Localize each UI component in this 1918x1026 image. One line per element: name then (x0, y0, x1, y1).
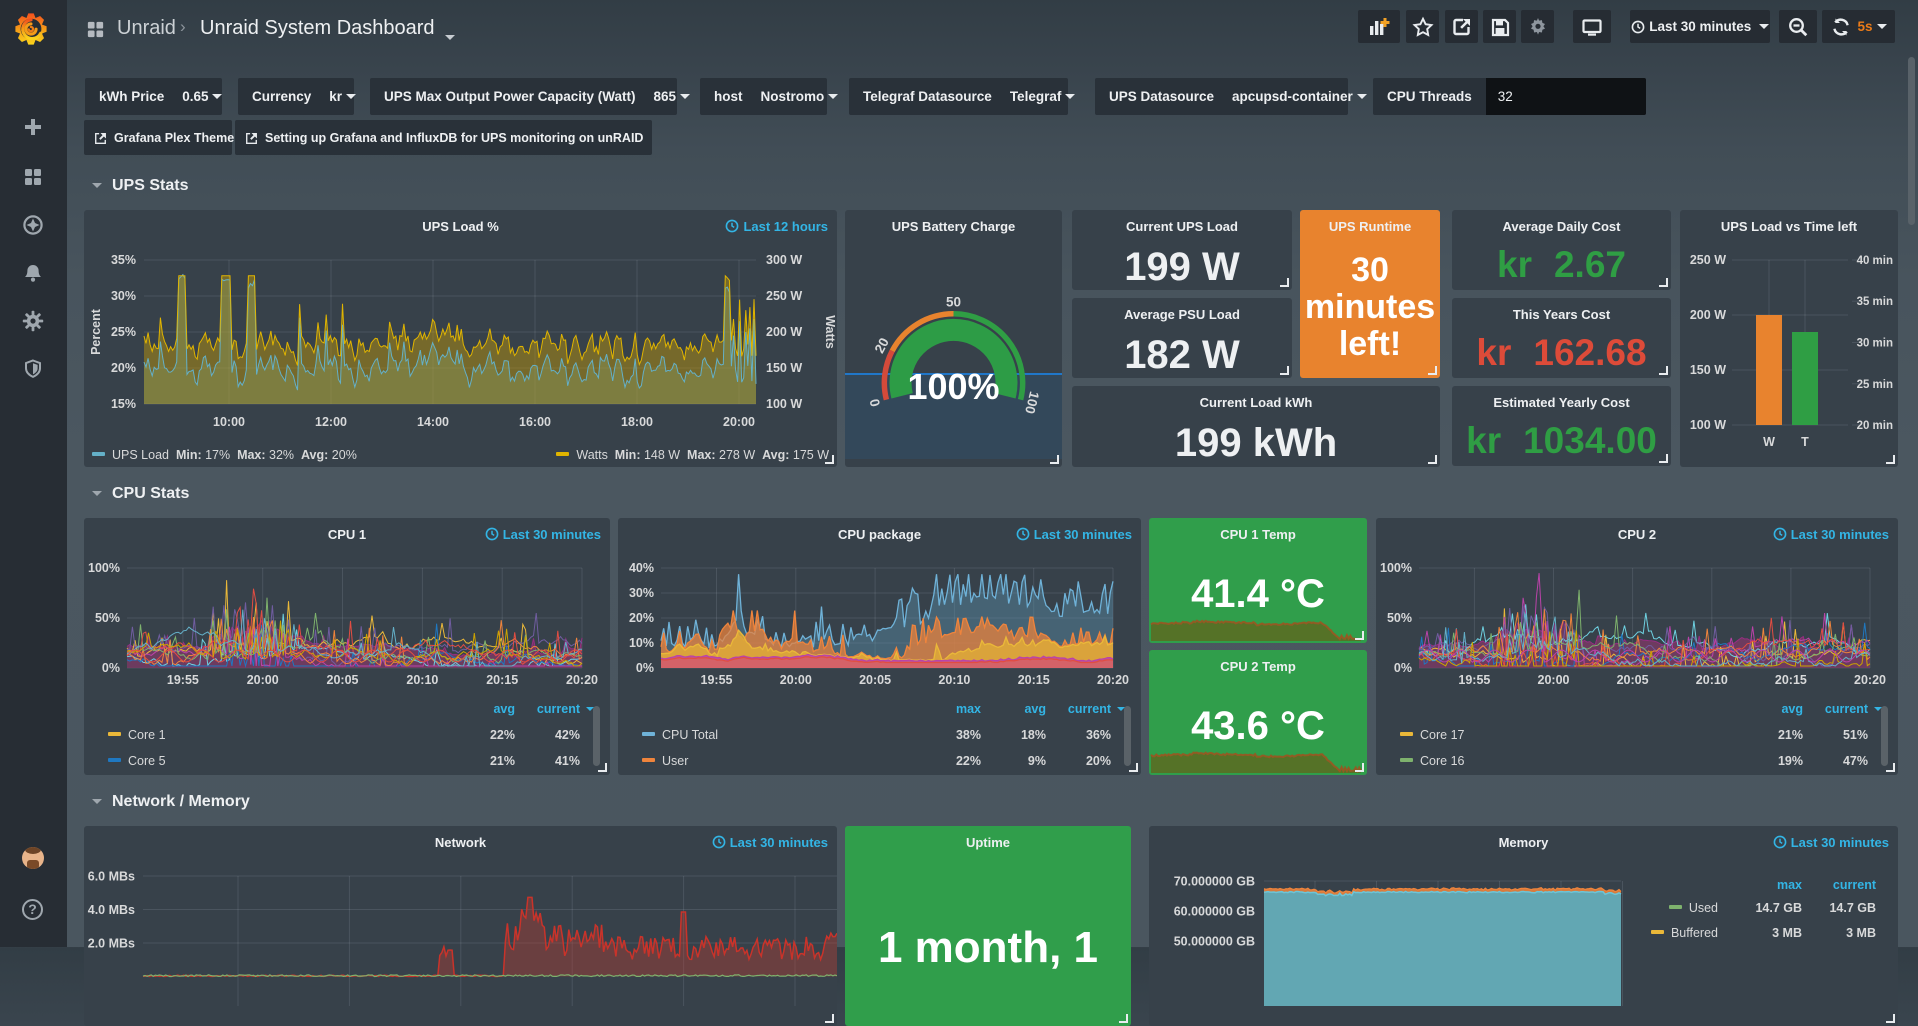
svg-text:20 min: 20 min (1857, 420, 1893, 432)
svg-text:10%: 10% (629, 636, 654, 650)
svg-text:0%: 0% (1394, 661, 1412, 675)
svg-text:20:05: 20:05 (327, 673, 359, 687)
svg-text:100%: 100% (1380, 561, 1412, 575)
svg-text:T: T (1801, 435, 1809, 449)
svg-text:20:15: 20:15 (486, 673, 518, 687)
svg-text:40%: 40% (629, 561, 654, 575)
svg-text:150 W: 150 W (1690, 363, 1726, 377)
svg-text:50.000000 GB: 50.000000 GB (1174, 935, 1255, 949)
svg-text:100 W: 100 W (766, 397, 802, 411)
svg-text:20:20: 20:20 (1854, 673, 1886, 687)
svg-text:20:00: 20:00 (780, 673, 812, 687)
svg-text:10:00: 10:00 (213, 415, 245, 429)
svg-text:30 min: 30 min (1857, 338, 1893, 350)
svg-text:50%: 50% (1387, 611, 1412, 625)
svg-text:Watts: Watts (823, 315, 837, 349)
svg-text:35%: 35% (111, 253, 136, 267)
svg-text:20:10: 20:10 (1696, 673, 1728, 687)
svg-text:12:00: 12:00 (315, 415, 347, 429)
svg-text:70.000000 GB: 70.000000 GB (1174, 875, 1255, 889)
svg-text:50: 50 (946, 295, 961, 310)
svg-text:20:20: 20:20 (566, 673, 598, 687)
svg-text:4.0 MBs: 4.0 MBs (88, 903, 135, 917)
svg-text:16:00: 16:00 (519, 415, 551, 429)
svg-text:0%: 0% (636, 661, 654, 675)
svg-text:18:00: 18:00 (621, 415, 653, 429)
svg-text:2.0 MBs: 2.0 MBs (88, 937, 135, 951)
svg-text:20:20: 20:20 (1097, 673, 1129, 687)
svg-text:30%: 30% (629, 586, 654, 600)
svg-text:150 W: 150 W (766, 361, 802, 375)
svg-text:250 W: 250 W (1690, 253, 1726, 267)
svg-text:19:55: 19:55 (701, 673, 733, 687)
svg-text:250 W: 250 W (766, 289, 802, 303)
svg-text:20:00: 20:00 (1538, 673, 1570, 687)
svg-text:20:00: 20:00 (247, 673, 279, 687)
svg-text:200 W: 200 W (1690, 308, 1726, 322)
svg-text:40 min: 40 min (1857, 255, 1893, 267)
svg-text:100 W: 100 W (1690, 418, 1726, 432)
svg-text:19:55: 19:55 (167, 673, 199, 687)
svg-text:300 W: 300 W (766, 253, 802, 267)
svg-text:200 W: 200 W (766, 325, 802, 339)
svg-text:14:00: 14:00 (417, 415, 449, 429)
svg-text:30%: 30% (111, 289, 136, 303)
svg-text:60.000000 GB: 60.000000 GB (1174, 905, 1255, 919)
svg-text:20:05: 20:05 (1617, 673, 1649, 687)
svg-text:50%: 50% (95, 611, 120, 625)
svg-text:15%: 15% (111, 397, 136, 411)
svg-text:100%: 100% (907, 366, 999, 407)
svg-text:25%: 25% (111, 325, 136, 339)
svg-text:0%: 0% (102, 661, 120, 675)
svg-text:20:15: 20:15 (1018, 673, 1050, 687)
svg-text:25 min: 25 min (1857, 379, 1893, 391)
svg-text:20%: 20% (111, 361, 136, 375)
svg-text:6.0 MBs: 6.0 MBs (88, 870, 135, 884)
svg-text:20%: 20% (629, 611, 654, 625)
svg-text:20:10: 20:10 (406, 673, 438, 687)
svg-text:20:10: 20:10 (938, 673, 970, 687)
svg-text:19:55: 19:55 (1458, 673, 1490, 687)
svg-text:W: W (1763, 435, 1775, 449)
svg-text:Percent: Percent (89, 308, 103, 355)
svg-text:100%: 100% (88, 561, 120, 575)
svg-text:20:15: 20:15 (1775, 673, 1807, 687)
svg-text:35 min: 35 min (1857, 296, 1893, 308)
svg-text:20:00: 20:00 (723, 415, 755, 429)
svg-text:20:05: 20:05 (859, 673, 891, 687)
